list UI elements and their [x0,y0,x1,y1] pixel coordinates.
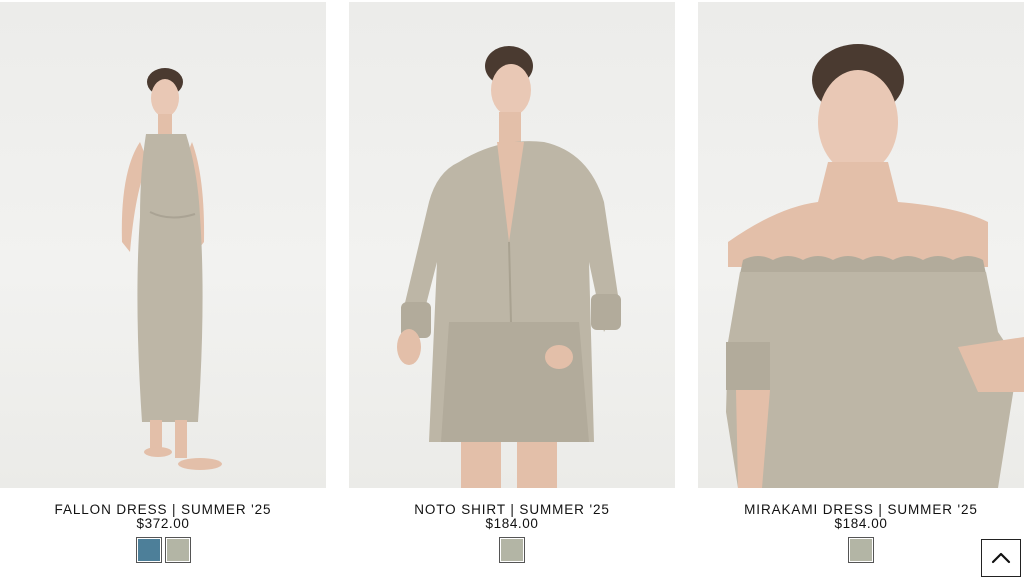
color-swatches [0,537,326,563]
swatch-sage[interactable] [848,537,874,563]
chevron-up-icon [991,552,1011,564]
product-image[interactable] [349,2,675,488]
product-title[interactable]: MIRAKAMI DRESS | SUMMER '25 [698,502,1024,517]
product-card: NOTO SHIRT | SUMMER '25 $184.00 [349,0,675,579]
product-grid: FALLON DRESS | SUMMER '25 $372.00 NOTO S… [0,0,1024,579]
product-card: MIRAKAMI DRESS | SUMMER '25 $184.00 [698,0,1024,579]
swatch-sage[interactable] [164,537,191,563]
color-swatches [698,537,1024,563]
product-title[interactable]: NOTO SHIRT | SUMMER '25 [349,502,675,517]
swatch-blue[interactable] [135,537,162,563]
product-price: $372.00 [136,516,190,531]
product-image[interactable] [0,2,326,488]
color-swatches [349,537,675,563]
back-to-top-button[interactable] [981,539,1021,577]
product-image[interactable] [698,2,1024,488]
swatch-sage[interactable] [499,537,525,563]
product-price: $184.00 [834,516,888,531]
product-title[interactable]: FALLON DRESS | SUMMER '25 [0,502,326,517]
product-price: $184.00 [485,516,539,531]
product-card: FALLON DRESS | SUMMER '25 $372.00 [0,0,326,579]
